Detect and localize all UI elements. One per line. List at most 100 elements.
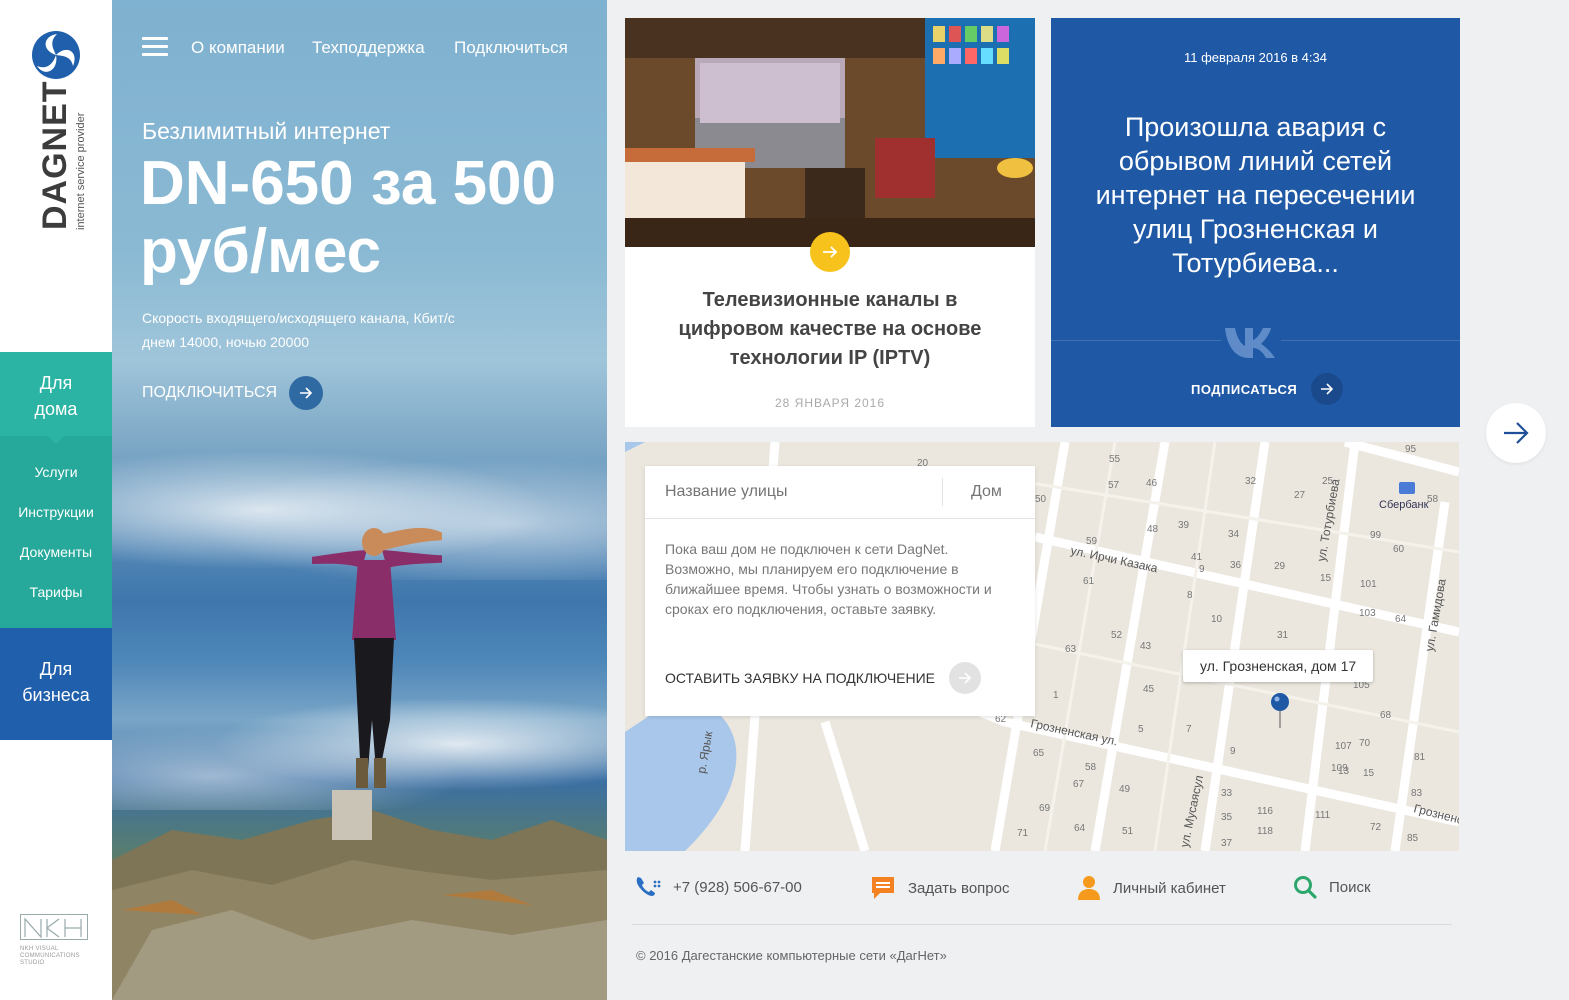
house-input[interactable] (943, 466, 1035, 518)
svg-text:70: 70 (1359, 738, 1371, 749)
news-card-image (625, 18, 1035, 247)
ask-question-link[interactable]: Задать вопрос (870, 875, 1009, 901)
search-link[interactable]: Поиск (1293, 875, 1371, 899)
svg-text:69: 69 (1039, 803, 1051, 814)
svg-text:13: 13 (1338, 766, 1350, 777)
svg-text:71: 71 (1017, 828, 1029, 839)
brand-logo[interactable]: DAGNET internet service provider (36, 80, 88, 230)
copyright: © 2016 Дагестанские компьютерные сети «Д… (636, 948, 947, 963)
svg-text:31: 31 (1277, 630, 1289, 641)
nav-home[interactable]: Для дома (0, 352, 112, 444)
account-label: Личный кабинет (1113, 879, 1226, 897)
nav-about[interactable]: О компании (191, 38, 285, 58)
map-pin-icon[interactable] (1270, 692, 1290, 728)
svg-text:67: 67 (1073, 779, 1085, 790)
svg-text:60: 60 (1393, 544, 1405, 555)
svg-text:55: 55 (1109, 454, 1121, 465)
svg-text:33: 33 (1221, 788, 1233, 799)
svg-text:95: 95 (1405, 444, 1417, 455)
svg-text:8: 8 (1187, 590, 1193, 601)
svg-text:111: 111 (1315, 810, 1331, 821)
sidebar-item-tariffs[interactable]: Тарифы (0, 576, 112, 616)
poi-label: Сбербанк (1379, 499, 1429, 511)
hero-connect-label: ПОДКЛЮЧИТЬСЯ (142, 384, 278, 401)
svg-text:1: 1 (1053, 690, 1059, 701)
nav-support[interactable]: Техподдержка (312, 38, 425, 58)
news-card-date: 28 ЯНВАРЯ 2016 (774, 396, 886, 410)
svg-text:59: 59 (1086, 536, 1098, 547)
hero-banner: О компании Техподдержка Подключиться Без… (112, 0, 607, 1000)
svg-text:27: 27 (1294, 490, 1306, 501)
home-menu: Услуги Инструкции Документы Тарифы (0, 436, 112, 616)
hero-description: Скорость входящего/исходящего канала, Кб… (142, 306, 522, 354)
request-connection-label: ОСТАВИТЬ ЗАЯВКУ НА ПОДКЛЮЧЕНИЕ (665, 670, 935, 686)
svg-text:36: 36 (1230, 560, 1242, 571)
svg-text:57: 57 (1108, 480, 1120, 491)
user-icon (1078, 876, 1100, 900)
news-card-arrow-icon[interactable] (810, 232, 850, 272)
svg-text:7: 7 (1186, 724, 1192, 735)
account-link[interactable]: Личный кабинет (1077, 875, 1226, 901)
studio-mark-icon (20, 914, 88, 940)
phone-link[interactable]: +7 (928) 506-67-00 (635, 875, 802, 899)
brand-tagline: internet service provider (75, 112, 87, 230)
svg-text:5: 5 (1138, 724, 1144, 735)
svg-text:50: 50 (1035, 494, 1047, 505)
svg-text:64: 64 (1395, 614, 1407, 625)
svg-text:51: 51 (1122, 826, 1134, 837)
svg-text:32: 32 (1245, 476, 1257, 487)
alert-card[interactable]: 11 февраля 2016 в 4:34 Произошла авария … (1051, 18, 1460, 427)
hero-subtitle: Безлимитный интернет (142, 118, 391, 144)
svg-text:85: 85 (1407, 833, 1419, 844)
nav-connect[interactable]: Подключиться (454, 38, 568, 58)
alert-card-date: 11 февраля 2016 в 4:34 (1184, 50, 1327, 65)
svg-text:43: 43 (1140, 641, 1152, 652)
svg-text:116: 116 (1257, 806, 1273, 817)
arrow-right-icon (1504, 422, 1529, 444)
next-slide-button[interactable] (1486, 403, 1546, 463)
hero-desc-line1: Скорость входящего/исходящего канала, Кб… (142, 310, 455, 326)
sidebar-item-documents[interactable]: Документы (0, 536, 112, 576)
hero-person-image (312, 527, 442, 840)
footer-divider (632, 924, 1452, 925)
svg-text:61: 61 (1083, 576, 1095, 587)
phone-number: +7 (928) 506-67-00 (673, 878, 802, 896)
sidebar-item-services[interactable]: Услуги (0, 456, 112, 496)
logo-icon[interactable] (31, 30, 81, 80)
subscribe-button[interactable]: ПОДПИСАТЬСЯ (1191, 373, 1344, 405)
home-section: Для дома Услуги Инструкции Документы Тар… (0, 352, 112, 628)
subscribe-label: ПОДПИСАТЬСЯ (1191, 381, 1298, 397)
svg-text:65: 65 (1033, 748, 1045, 759)
footer-actions: +7 (928) 506-67-00 Задать вопрос Личный … (625, 870, 1459, 910)
not-connected-message: Пока ваш дом не подключен к сети DagNet.… (665, 541, 992, 617)
request-connection-button[interactable]: ОСТАВИТЬ ЗАЯВКУ НА ПОДКЛЮЧЕНИЕ (665, 662, 981, 694)
vk-icon[interactable] (1221, 318, 1281, 360)
search-icon (1294, 876, 1317, 899)
sidebar: DAGNET internet service provider Для дом… (0, 0, 112, 1000)
svg-text:103: 103 (1359, 608, 1376, 619)
address-check-panel: Пока ваш дом не подключен к сети DagNet.… (645, 466, 1035, 716)
studio-caption: NKH VISUAL COMMUNICATIONS STUDIO (20, 946, 80, 966)
brand-name: DAGNET (36, 80, 74, 230)
svg-text:63: 63 (1065, 644, 1077, 655)
svg-text:39: 39 (1178, 520, 1190, 531)
svg-text:29: 29 (1274, 561, 1286, 572)
street-input[interactable] (645, 478, 943, 506)
svg-text:35: 35 (1221, 812, 1233, 823)
alert-card-title[interactable]: Произошла авария с обрывом линий сетей и… (1081, 110, 1430, 280)
news-card[interactable]: Телевизионные каналы в цифровом качестве… (625, 18, 1035, 427)
nav-business[interactable]: Для бизнеса (0, 628, 112, 740)
svg-text:9: 9 (1230, 746, 1236, 757)
hero-title: DN-650 за 500 руб/мес (140, 149, 557, 286)
svg-text:99: 99 (1370, 530, 1382, 541)
hero-connect-button[interactable]: ПОДКЛЮЧИТЬСЯ (142, 376, 324, 410)
menu-icon[interactable] (142, 37, 168, 57)
svg-text:10: 10 (1211, 614, 1223, 625)
news-card-title[interactable]: Телевизионные каналы в цифровом качестве… (655, 286, 1005, 373)
svg-text:15: 15 (1363, 768, 1375, 779)
sidebar-item-instructions[interactable]: Инструкции (0, 496, 112, 536)
search-label: Поиск (1329, 878, 1371, 896)
svg-text:9: 9 (1199, 564, 1205, 575)
chat-icon (872, 877, 894, 899)
studio-logo[interactable]: NKH VISUAL COMMUNICATIONS STUDIO (20, 914, 92, 967)
